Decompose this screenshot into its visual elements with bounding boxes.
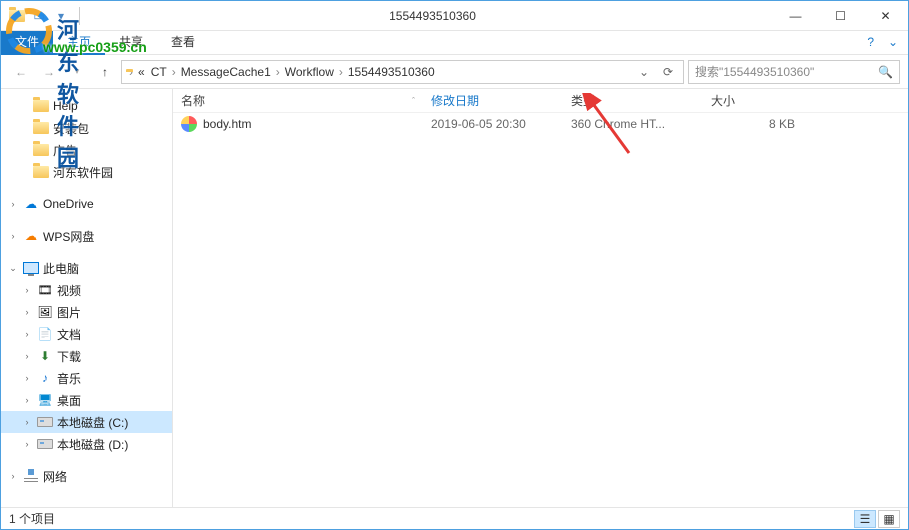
breadcrumb[interactable]: 1554493510360 — [346, 65, 437, 79]
nav-quick-item[interactable]: Help — [1, 95, 172, 117]
nav-forward-button[interactable]: → — [37, 60, 61, 84]
file-date: 2019-06-05 20:30 — [423, 117, 563, 131]
file-name: body.htm — [203, 117, 251, 131]
chevron-right-icon[interactable]: › — [7, 199, 19, 209]
desktop-icon: 🖥 — [37, 392, 53, 408]
col-type[interactable]: 类型 — [563, 92, 703, 109]
qat-new-icon[interactable]: ▾ — [53, 8, 69, 24]
nav-onedrive[interactable]: ›☁OneDrive — [1, 193, 172, 215]
chevron-down-icon[interactable]: ⌄ — [7, 263, 19, 274]
file-size: 8 KB — [703, 117, 803, 131]
nav-pc-item[interactable]: ›🖼图片 — [1, 301, 172, 323]
help-icon[interactable]: ? — [867, 35, 874, 49]
addr-dropdown-icon[interactable]: ⌄ — [633, 65, 655, 79]
chevron-right-icon[interactable]: › — [171, 65, 177, 79]
nav-recent-button[interactable]: ▾ — [65, 60, 89, 84]
nav-this-pc[interactable]: ⌄此电脑 — [1, 257, 172, 279]
video-icon: 🎞 — [37, 282, 53, 298]
network-icon — [23, 468, 39, 484]
file-type: 360 Chrome HT... — [563, 117, 703, 131]
nav-pc-item[interactable]: ›🖥桌面 — [1, 389, 172, 411]
refresh-icon[interactable]: ⟳ — [657, 65, 679, 79]
nav-pc-item[interactable]: ›本地磁盘 (C:) — [1, 411, 172, 433]
file-row[interactable]: body.htm 2019-06-05 20:30 360 Chrome HT.… — [173, 113, 908, 135]
nav-pc-item[interactable]: ›♪音乐 — [1, 367, 172, 389]
disk-icon — [37, 414, 53, 430]
search-icon[interactable]: 🔍 — [878, 65, 893, 79]
breadcrumb[interactable]: MessageCache1 — [179, 65, 273, 79]
picture-icon: 🖼 — [37, 304, 53, 320]
nav-wps[interactable]: ›☁WPS网盘 — [1, 225, 172, 247]
column-headers: 名称ˆ 修改日期 类型 大小 — [173, 89, 908, 113]
document-icon: 📄 — [37, 326, 53, 342]
col-size[interactable]: 大小 — [703, 92, 803, 109]
col-date[interactable]: 修改日期 — [423, 92, 563, 109]
nav-pc-item[interactable]: ›🎞视频 — [1, 279, 172, 301]
wps-icon: ☁ — [23, 228, 39, 244]
nav-up-button[interactable]: ↑ — [93, 60, 117, 84]
htm-file-icon — [181, 116, 197, 132]
disk-icon — [37, 436, 53, 452]
pc-icon — [23, 260, 39, 276]
col-name[interactable]: 名称ˆ — [173, 92, 423, 109]
chevron-right-icon[interactable]: › — [275, 65, 281, 79]
status-item-count: 1 个项目 — [9, 510, 55, 527]
breadcrumb[interactable]: CT — [149, 65, 169, 79]
tab-share[interactable]: 共享 — [105, 31, 157, 55]
close-button[interactable]: ✕ — [863, 2, 908, 30]
music-icon: ♪ — [37, 370, 53, 386]
ribbon-expand-icon[interactable]: ⌄ — [888, 35, 898, 49]
tab-view[interactable]: 查看 — [157, 31, 209, 55]
window-title: 1554493510360 — [92, 9, 773, 23]
chevron-right-icon[interactable]: › — [128, 65, 134, 79]
onedrive-icon: ☁ — [23, 196, 39, 212]
nav-quick-item[interactable]: 河东软件园 — [1, 161, 172, 183]
nav-back-button[interactable]: ← — [9, 60, 33, 84]
maximize-button[interactable]: ☐ — [818, 2, 863, 30]
file-menu[interactable]: 文件 — [1, 31, 53, 55]
folder-app-icon — [9, 8, 25, 24]
chevron-right-icon[interactable]: › — [7, 231, 19, 241]
nav-quick-item[interactable]: 广告 — [1, 139, 172, 161]
nav-pc-item[interactable]: ›本地磁盘 (D:) — [1, 433, 172, 455]
chevron-right-icon[interactable]: › — [7, 471, 19, 481]
nav-pc-item[interactable]: ›⬇下载 — [1, 345, 172, 367]
sort-indicator-icon: ˆ — [412, 96, 415, 106]
nav-quick-item[interactable]: 安装包 — [1, 117, 172, 139]
download-icon: ⬇ — [37, 348, 53, 364]
crumb-ellipsis[interactable]: « — [136, 65, 147, 79]
search-placeholder: 搜索"1554493510360" — [695, 63, 814, 80]
search-input[interactable]: 搜索"1554493510360" 🔍 — [688, 60, 900, 84]
minimize-button[interactable]: — — [773, 2, 818, 30]
navigation-pane[interactable]: Help 安装包 广告 河东软件园 ›☁OneDrive ›☁WPS网盘 ⌄此电… — [1, 89, 173, 507]
address-bar[interactable]: › « CT › MessageCache1 › Workflow › 1554… — [121, 60, 684, 84]
tab-home[interactable]: 主页 — [53, 31, 105, 55]
nav-pc-item[interactable]: ›📄文档 — [1, 323, 172, 345]
view-icons-button[interactable]: ▦ — [878, 510, 900, 528]
nav-network[interactable]: ›网络 — [1, 465, 172, 487]
breadcrumb[interactable]: Workflow — [283, 65, 336, 79]
chevron-right-icon[interactable]: › — [338, 65, 344, 79]
view-details-button[interactable]: ☰ — [854, 510, 876, 528]
file-list-pane[interactable]: 名称ˆ 修改日期 类型 大小 body.htm 2019-06-05 20:30… — [173, 89, 908, 507]
properties-icon[interactable]: ▭ — [31, 8, 47, 24]
